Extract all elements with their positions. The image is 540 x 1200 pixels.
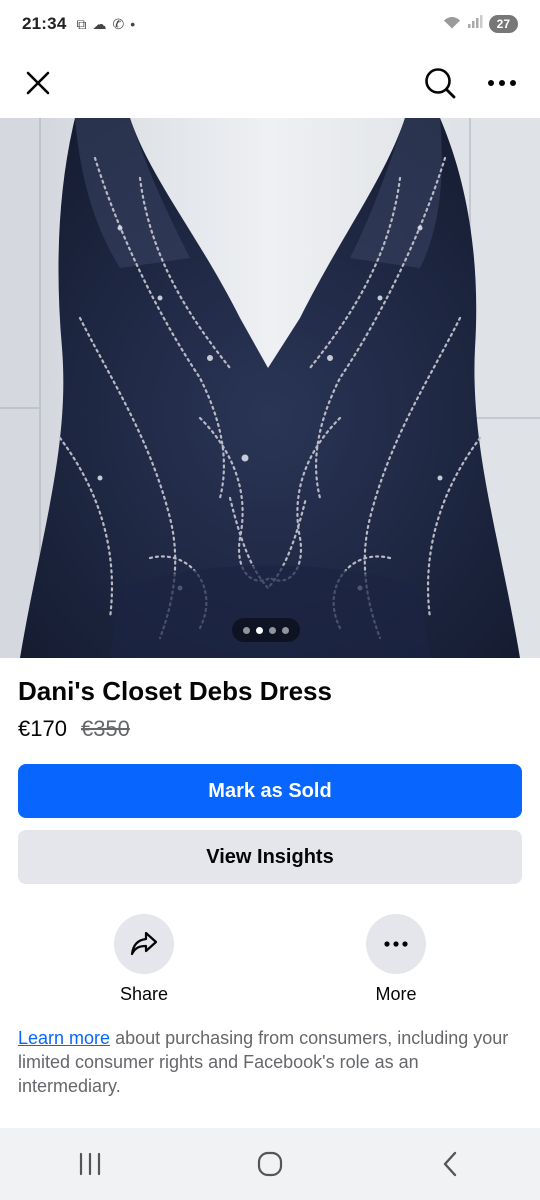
pager-dot [243,626,250,634]
more-action[interactable]: More [346,914,446,1005]
more-button[interactable] [366,914,426,974]
options-button[interactable] [482,63,522,103]
cloud-icon: ☁ [92,15,107,32]
signal-icon [467,14,483,34]
battery-indicator: 27 [488,15,518,33]
mark-as-sold-button[interactable]: Mark as Sold [18,764,522,818]
screenshot-icon: ⧉ [76,15,87,32]
learn-more-link[interactable]: Learn more [18,1028,110,1048]
view-insights-button[interactable]: View Insights [18,830,522,884]
top-nav [0,48,540,118]
recent-apps-button[interactable] [60,1139,120,1189]
notification-icons: ⧉ ☁ ✆ • [76,16,135,33]
status-right: 27 [443,14,518,34]
image-pager [232,618,300,642]
listing-photo[interactable] [0,118,540,658]
share-action[interactable]: Share [94,914,194,1005]
pager-dot [269,626,276,634]
recent-apps-icon [79,1152,101,1176]
back-button[interactable] [420,1139,480,1189]
listing-price: €170 [18,716,67,741]
share-icon [130,931,158,956]
home-button[interactable] [240,1139,300,1189]
home-icon [257,1151,283,1177]
close-button[interactable] [18,63,58,103]
more-notifications-icon: • [130,16,136,32]
status-time: 21:34 [22,14,67,33]
back-icon [443,1151,457,1177]
search-button[interactable] [420,63,460,103]
more-horizontal-icon [384,941,408,947]
status-bar: 21:34 ⧉ ☁ ✆ • 27 [0,0,540,48]
wifi-icon [443,16,461,33]
pager-dot [282,626,289,634]
close-icon [26,71,50,95]
share-button[interactable] [114,914,174,974]
pager-dot-active [256,626,263,634]
share-label: Share [119,984,169,1004]
more-label: More [375,984,417,1004]
whatsapp-icon: ✆ [112,15,125,32]
system-nav-bar [0,1128,540,1200]
listing-title: Dani's Closet Debs Dress [18,676,332,706]
consumer-disclaimer: Learn more about purchasing from consume… [18,1026,522,1098]
listing-original-price: €350 [80,716,130,741]
listing-actions: Share More [0,914,540,1014]
more-horizontal-icon [488,80,516,86]
search-icon [425,68,456,99]
listing-prices: €170 €350 [18,716,130,742]
